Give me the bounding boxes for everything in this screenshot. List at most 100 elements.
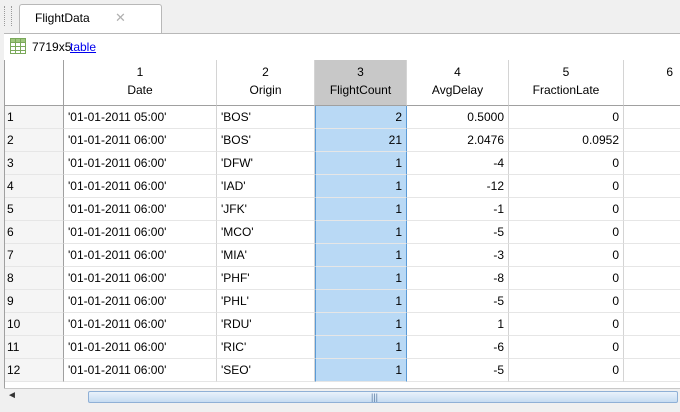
- cell-flightcount[interactable]: 1: [315, 152, 407, 175]
- cell-fractionlate[interactable]: 0: [509, 198, 624, 221]
- cell-empty[interactable]: [624, 313, 680, 336]
- cell-date[interactable]: '01-01-2011 06:00': [64, 244, 217, 267]
- cell-origin[interactable]: 'BOS': [217, 106, 315, 129]
- cell-avgdelay[interactable]: -3: [407, 244, 509, 267]
- cell-empty[interactable]: [624, 175, 680, 198]
- cell-avgdelay[interactable]: -8: [407, 267, 509, 290]
- cell-avgdelay[interactable]: 1: [407, 313, 509, 336]
- cell-date[interactable]: '01-01-2011 06:00': [64, 359, 217, 382]
- column-name: FractionLate: [532, 83, 600, 97]
- cell-empty[interactable]: [624, 244, 680, 267]
- cell-date[interactable]: '01-01-2011 06:00': [64, 129, 217, 152]
- class-link[interactable]: table: [70, 40, 96, 54]
- cell-fractionlate[interactable]: 0: [509, 313, 624, 336]
- row-index[interactable]: 3: [5, 152, 64, 175]
- cell-origin[interactable]: 'PHF': [217, 267, 315, 290]
- row-index[interactable]: 10: [5, 313, 64, 336]
- column-header-fractionlate[interactable]: 5 FractionLate: [509, 60, 624, 106]
- cell-fractionlate[interactable]: 0: [509, 359, 624, 382]
- cell-avgdelay[interactable]: -6: [407, 336, 509, 359]
- cell-empty[interactable]: [624, 336, 680, 359]
- cell-flightcount[interactable]: 1: [315, 313, 407, 336]
- cell-origin[interactable]: 'RIC': [217, 336, 315, 359]
- row-index[interactable]: 12: [5, 359, 64, 382]
- cell-flightcount[interactable]: 1: [315, 290, 407, 313]
- cell-avgdelay[interactable]: -5: [407, 290, 509, 313]
- cell-origin[interactable]: 'RDU': [217, 313, 315, 336]
- cell-flightcount[interactable]: 21: [315, 129, 407, 152]
- cell-empty[interactable]: [624, 267, 680, 290]
- cell-flightcount[interactable]: 1: [315, 175, 407, 198]
- cell-date[interactable]: '01-01-2011 06:00': [64, 267, 217, 290]
- cell-empty[interactable]: [624, 221, 680, 244]
- cell-avgdelay[interactable]: -1: [407, 198, 509, 221]
- row-index[interactable]: 11: [5, 336, 64, 359]
- cell-empty[interactable]: [624, 129, 680, 152]
- cell-flightcount[interactable]: 1: [315, 267, 407, 290]
- cell-avgdelay[interactable]: 2.0476: [407, 129, 509, 152]
- cell-origin[interactable]: 'BOS': [217, 129, 315, 152]
- close-icon[interactable]: ✕: [115, 10, 126, 26]
- cell-fractionlate[interactable]: 0: [509, 152, 624, 175]
- cell-avgdelay[interactable]: -12: [407, 175, 509, 198]
- cell-date[interactable]: '01-01-2011 06:00': [64, 198, 217, 221]
- cell-origin[interactable]: 'SEO': [217, 359, 315, 382]
- drag-grip-icon[interactable]: [4, 6, 12, 26]
- cell-avgdelay[interactable]: -4: [407, 152, 509, 175]
- column-header-avgdelay[interactable]: 4 AvgDelay: [407, 60, 509, 106]
- row-index[interactable]: 9: [5, 290, 64, 313]
- cell-origin[interactable]: 'DFW': [217, 152, 315, 175]
- cell-empty[interactable]: [624, 359, 680, 382]
- row-index[interactable]: 5: [5, 198, 64, 221]
- cell-origin[interactable]: 'PHL': [217, 290, 315, 313]
- cell-flightcount[interactable]: 1: [315, 244, 407, 267]
- cell-empty[interactable]: [624, 198, 680, 221]
- cell-empty[interactable]: [624, 152, 680, 175]
- cell-fractionlate[interactable]: 0: [509, 106, 624, 129]
- cell-origin[interactable]: 'MIA': [217, 244, 315, 267]
- cell-empty[interactable]: [624, 290, 680, 313]
- column-header-origin[interactable]: 2 Origin: [217, 60, 315, 106]
- row-index[interactable]: 2: [5, 129, 64, 152]
- column-header-flightcount[interactable]: 3 FlightCount: [315, 60, 407, 106]
- cell-avgdelay[interactable]: -5: [407, 359, 509, 382]
- cell-fractionlate[interactable]: 0: [509, 175, 624, 198]
- column-header-6[interactable]: 6: [624, 60, 680, 106]
- cell-fractionlate[interactable]: 0: [509, 244, 624, 267]
- cell-avgdelay[interactable]: 0.5000: [407, 106, 509, 129]
- cell-avgdelay[interactable]: -5: [407, 221, 509, 244]
- horizontal-scrollbar[interactable]: ◄ |||: [4, 388, 680, 405]
- row-index[interactable]: 7: [5, 244, 64, 267]
- row-index[interactable]: 1: [5, 106, 64, 129]
- cell-fractionlate[interactable]: 0: [509, 290, 624, 313]
- cell-fractionlate[interactable]: 0: [509, 267, 624, 290]
- cell-flightcount[interactable]: 2: [315, 106, 407, 129]
- corner-header[interactable]: [5, 60, 64, 106]
- row-index[interactable]: 4: [5, 175, 64, 198]
- cell-flightcount[interactable]: 1: [315, 336, 407, 359]
- scrollbar-thumb[interactable]: |||: [88, 391, 678, 403]
- cell-empty[interactable]: [624, 106, 680, 129]
- scroll-left-arrow-icon[interactable]: ◄: [7, 390, 17, 401]
- cell-flightcount[interactable]: 1: [315, 359, 407, 382]
- column-header-date[interactable]: 1 Date: [64, 60, 217, 106]
- cell-origin[interactable]: 'IAD': [217, 175, 315, 198]
- row-index[interactable]: 6: [5, 221, 64, 244]
- cell-date[interactable]: '01-01-2011 06:00': [64, 175, 217, 198]
- cell-fractionlate[interactable]: 0: [509, 336, 624, 359]
- cell-date[interactable]: '01-01-2011 06:00': [64, 290, 217, 313]
- cell-fractionlate[interactable]: 0.0952: [509, 129, 624, 152]
- cell-flightcount[interactable]: 1: [315, 221, 407, 244]
- cell-date[interactable]: '01-01-2011 05:00': [64, 106, 217, 129]
- row-index[interactable]: 8: [5, 267, 64, 290]
- cell-date[interactable]: '01-01-2011 06:00': [64, 336, 217, 359]
- table-row: 8'01-01-2011 06:00' 'PHF' 1 -8 0: [5, 267, 680, 290]
- cell-origin[interactable]: 'JFK': [217, 198, 315, 221]
- cell-date[interactable]: '01-01-2011 06:00': [64, 152, 217, 175]
- tab-flightdata[interactable]: FlightData ✕: [19, 4, 162, 34]
- cell-origin[interactable]: 'MCO': [217, 221, 315, 244]
- cell-fractionlate[interactable]: 0: [509, 221, 624, 244]
- cell-date[interactable]: '01-01-2011 06:00': [64, 313, 217, 336]
- cell-flightcount[interactable]: 1: [315, 198, 407, 221]
- cell-date[interactable]: '01-01-2011 06:00': [64, 221, 217, 244]
